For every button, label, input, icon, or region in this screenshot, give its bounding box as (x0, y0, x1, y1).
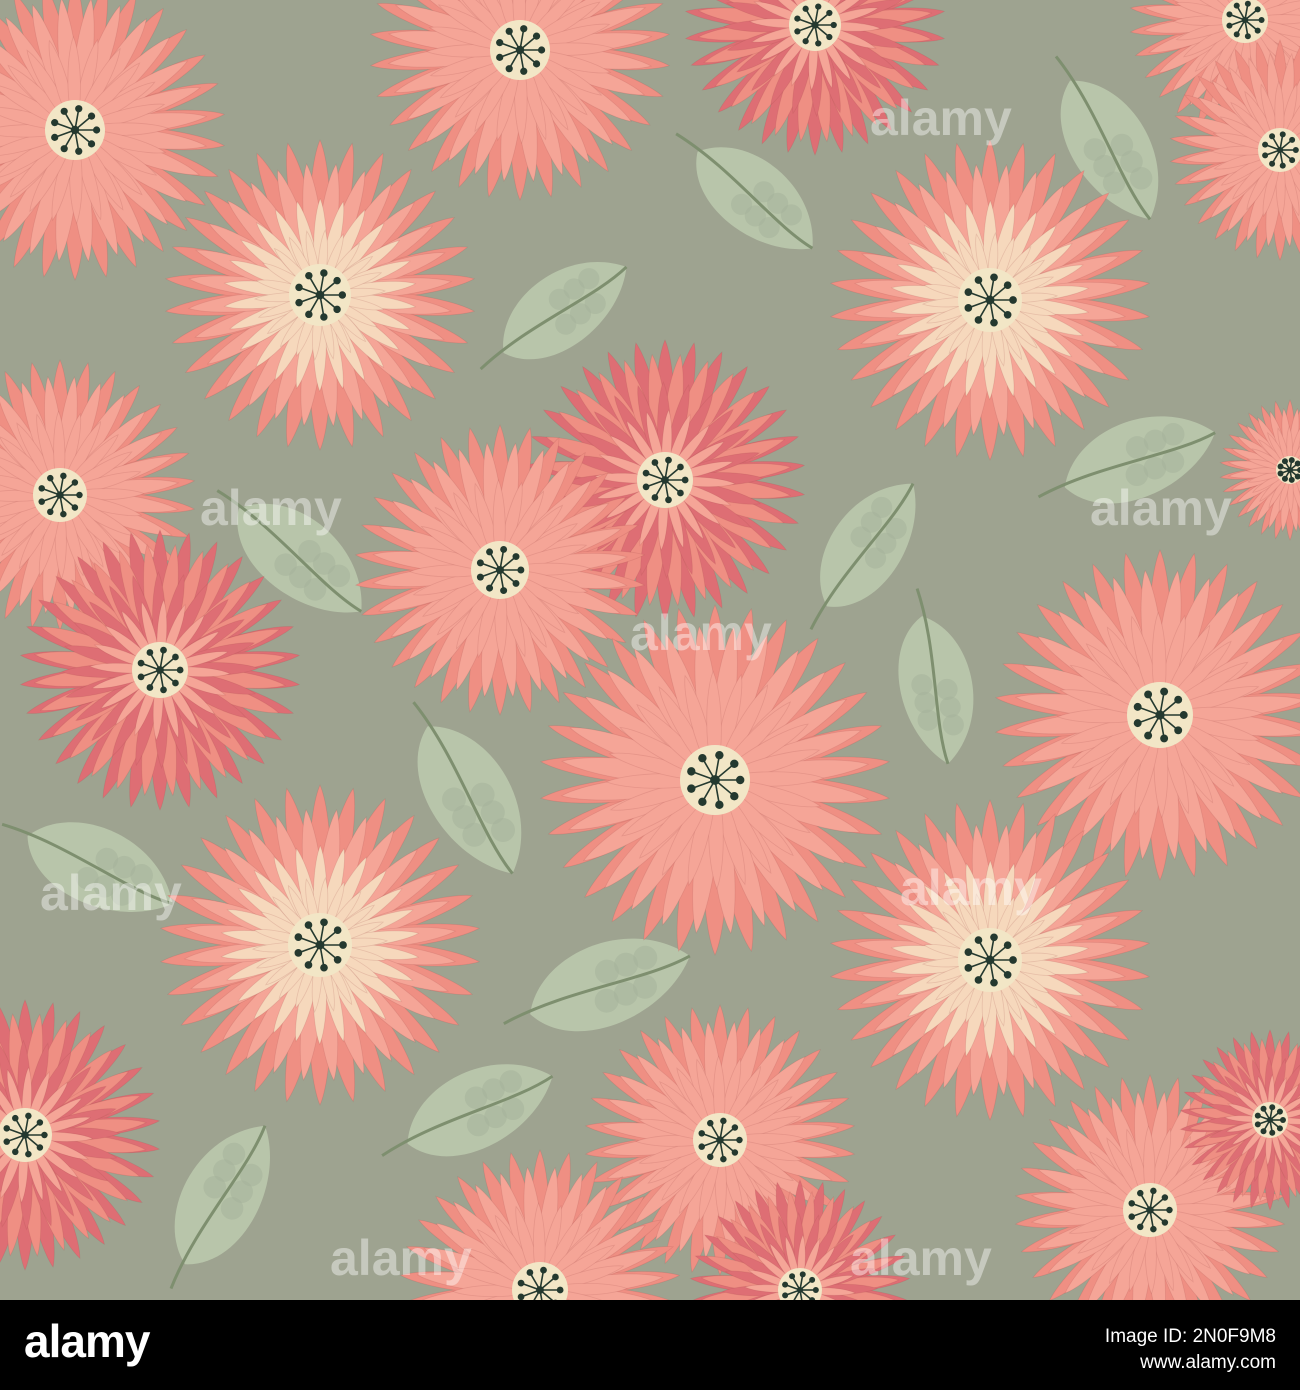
watermark-text: alamy (900, 860, 1042, 916)
site-url-text: www.alamy.com (1140, 1352, 1276, 1373)
stock-footer-bar: alamy Image ID: 2N0F9M8 www.alamy.com (0, 1300, 1300, 1390)
watermark-text: alamy (630, 605, 772, 661)
watermark-text: alamy (1090, 480, 1232, 536)
watermark-text: alamy (40, 865, 182, 921)
watermark-text: alamy (330, 1230, 472, 1286)
watermark-text: alamy (200, 480, 342, 536)
watermark-text: alamy (870, 90, 1012, 146)
image-canvas: alamy alamy alamy alamy alamy alamy alamy alamy… (0, 0, 1300, 1390)
image-id-text: Image ID: 2N0F9M8 (1104, 1326, 1276, 1347)
alamy-logo: alamy (24, 1315, 150, 1367)
watermark-text: alamy (850, 1230, 992, 1286)
floral-pattern: alamy alamy alamy alamy alamy alamy alamy alamy (0, 0, 1300, 1300)
